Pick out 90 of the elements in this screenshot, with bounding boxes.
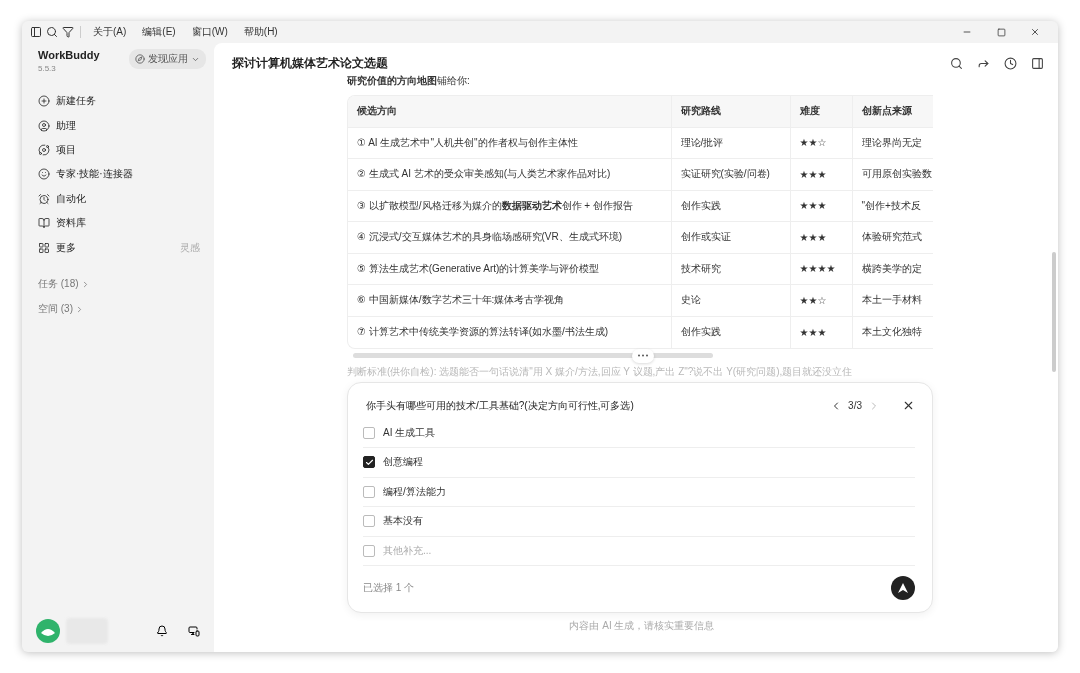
history-icon[interactable] bbox=[1004, 56, 1017, 70]
chevron-right-icon bbox=[75, 304, 84, 314]
panel-toggle-icon[interactable] bbox=[1031, 56, 1044, 70]
table-cell: 本土一手材料 bbox=[852, 284, 933, 316]
option-label: 创意编程 bbox=[383, 455, 423, 470]
table-cell: ① AI 生成艺术中"人机共创"的作者权与创作主体性 bbox=[348, 127, 671, 159]
table-cell: ⑦ 计算艺术中传统美学资源的算法转译(如水墨/书法生成) bbox=[348, 316, 671, 348]
table-cell: ★★★ bbox=[790, 190, 852, 222]
sidebar-item[interactable]: 助理 bbox=[32, 113, 206, 138]
sidebar-toggle-icon[interactable] bbox=[30, 26, 42, 38]
compass-icon bbox=[135, 54, 145, 64]
search-icon[interactable] bbox=[46, 26, 58, 38]
question-text: 你手头有哪些可用的技术/工具基础?(决定方向可行性,可多选) bbox=[365, 398, 635, 413]
close-icon bbox=[902, 399, 915, 412]
table-cell: 史论 bbox=[671, 284, 790, 316]
table-cell: 实证研究(实验/问卷) bbox=[671, 158, 790, 190]
sidebar-section[interactable]: 任务 (18) bbox=[32, 271, 206, 297]
table-cell: ⑥ 中国新媒体/数字艺术三十年:媒体考古学视角 bbox=[348, 284, 671, 316]
table-cell: 本土文化独特 bbox=[852, 316, 933, 348]
checkbox[interactable] bbox=[363, 485, 375, 498]
sidebar-item-icon bbox=[38, 241, 50, 254]
checkbox[interactable] bbox=[363, 515, 375, 528]
selected-count: 已选择 1 个 bbox=[363, 581, 415, 595]
sidebar-item-icon bbox=[38, 119, 50, 132]
table-cell: ★★☆ bbox=[790, 127, 852, 159]
avatar-icon[interactable] bbox=[36, 619, 60, 643]
column-header: 研究路线 bbox=[671, 96, 790, 127]
funnel-icon[interactable] bbox=[62, 26, 74, 38]
app-version: 5.5.3 bbox=[38, 64, 57, 73]
app-name: WorkBuddy bbox=[38, 49, 100, 61]
checkbox[interactable] bbox=[363, 544, 375, 557]
table-cell: 技术研究 bbox=[671, 253, 790, 285]
table-cell: ★★☆ bbox=[790, 284, 852, 316]
close-icon[interactable] bbox=[1030, 27, 1040, 37]
column-header: 创新点来源 bbox=[852, 96, 933, 127]
chat-title: 探讨计算机媒体艺术论文选题 bbox=[232, 54, 389, 72]
page-counter: 3/3 bbox=[848, 400, 862, 411]
table-cell: ③ 以扩散模型/风格迁移为媒介的数据驱动艺术创作 + 创作报告 bbox=[348, 190, 671, 222]
table-cell: 横跨美学的定 bbox=[852, 253, 933, 285]
send-button[interactable] bbox=[891, 576, 915, 600]
table-cell: 创作实践 bbox=[671, 190, 790, 222]
table-cell: 可用原创实验数 bbox=[852, 158, 933, 190]
sidebar-item[interactable]: 资料库 bbox=[32, 210, 206, 236]
column-header: 候选方向 bbox=[348, 96, 671, 127]
option-label: AI 生成工具 bbox=[383, 425, 436, 440]
table-cell: ② 生成式 AI 艺术的受众审美感知(与人类艺术家作品对比) bbox=[348, 158, 671, 190]
sidebar-item[interactable]: 自动化 bbox=[32, 186, 206, 211]
check-icon bbox=[364, 457, 374, 467]
maximize-icon[interactable] bbox=[996, 27, 1006, 37]
sidebar-item[interactable]: 新建任务 bbox=[32, 89, 206, 114]
table-cell: 理论/批评 bbox=[671, 127, 790, 159]
sidebar-item-icon bbox=[38, 168, 50, 181]
column-header: 难度 bbox=[790, 96, 852, 127]
sidebar-section[interactable]: 空间 (3) bbox=[32, 296, 206, 322]
table-cell: ★★★ bbox=[790, 316, 852, 348]
sidebar-item[interactable]: 项目 bbox=[32, 137, 206, 163]
intro-text: 研究价值的方向地图铺给你: bbox=[347, 75, 471, 88]
bell-icon[interactable] bbox=[156, 625, 168, 637]
close-button[interactable] bbox=[902, 399, 915, 412]
vertical-scrollbar[interactable] bbox=[1052, 252, 1056, 372]
table-cell: ★★★ bbox=[790, 158, 852, 190]
table-cell: 创作实践 bbox=[671, 316, 790, 348]
devices-icon[interactable] bbox=[188, 625, 200, 637]
option-label: 基本没有 bbox=[383, 514, 423, 529]
discover-apps-button[interactable]: 发现应用 bbox=[129, 49, 206, 69]
horizontal-scrollbar[interactable] bbox=[353, 353, 713, 358]
checkbox[interactable] bbox=[363, 426, 375, 439]
menu-item[interactable]: 关于(A) bbox=[87, 25, 133, 39]
table-cell: 理论界尚无定 bbox=[852, 127, 933, 159]
sidebar-item-icon bbox=[38, 95, 50, 108]
search-icon[interactable] bbox=[950, 56, 963, 70]
sidebar-item-icon bbox=[38, 217, 50, 230]
checkbox[interactable] bbox=[363, 456, 375, 469]
sidebar-item-icon bbox=[38, 143, 50, 156]
table-cell: ⑤ 算法生成艺术(Generative Art)的计算美学与评价模型 bbox=[348, 253, 671, 285]
sidebar-item[interactable]: 专家·技能·连接器 bbox=[32, 162, 206, 187]
table-cell: ★★★★ bbox=[790, 253, 852, 285]
sidebar-item[interactable]: 更多 灵感 bbox=[32, 235, 206, 260]
table-cell: ④ 沉浸式/交互媒体艺术的具身临场感研究(VR、生成式环境) bbox=[348, 221, 671, 253]
menu-item[interactable]: 帮助(H) bbox=[237, 25, 284, 39]
disclaimer-text: 内容由 AI 生成，请核实重要信息 bbox=[568, 619, 716, 633]
menu-item[interactable]: 窗口(W) bbox=[185, 25, 234, 39]
arrow-up-icon bbox=[897, 582, 909, 594]
table-cell: 体验研究范式 bbox=[852, 221, 933, 253]
menu-item[interactable]: 编辑(E) bbox=[136, 25, 182, 39]
table-cell: "创作+技术反 bbox=[852, 190, 933, 222]
table-cell: ★★★ bbox=[790, 221, 852, 253]
sidebar-item-icon bbox=[38, 192, 50, 205]
table-cell: 创作或实证 bbox=[671, 221, 790, 253]
option-label: 编程/算法能力 bbox=[383, 484, 446, 499]
